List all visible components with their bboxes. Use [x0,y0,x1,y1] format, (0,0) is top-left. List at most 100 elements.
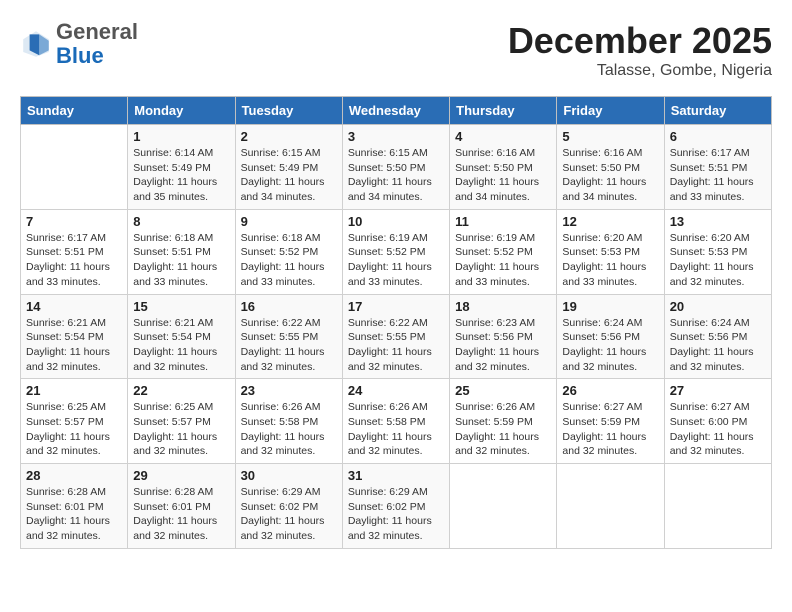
day-info: Sunrise: 6:28 AMSunset: 6:01 PMDaylight:… [26,485,122,544]
day-number: 7 [26,214,122,229]
calendar-cell: 30 Sunrise: 6:29 AMSunset: 6:02 PMDayligh… [235,464,342,549]
calendar-cell: 19Sunrise: 6:24 AMSunset: 5:56 PMDayligh… [557,294,664,379]
calendar-week-row: 1Sunrise: 6:14 AMSunset: 5:49 PMDaylight… [21,125,772,210]
day-info: Sunrise: 6:20 AMSunset: 5:53 PMDaylight:… [670,231,766,290]
day-number: 14 [26,299,122,314]
day-info: Sunrise: 6:19 AMSunset: 5:52 PMDaylight:… [348,231,444,290]
calendar-week-row: 14 Sunrise: 6:21 AMSunset: 5:54 PMDayligh… [21,294,772,379]
day-info: Sunrise: 6:23 AMSunset: 5:56 PMDaylight:… [455,316,551,375]
day-number: 2 [241,129,337,144]
day-info: Sunrise: 6:16 AMSunset: 5:50 PMDaylight:… [562,146,658,205]
calendar-cell: 2 Sunrise: 6:15 AMSunset: 5:49 PMDaylight… [235,125,342,210]
day-number: 26 [562,383,658,398]
calendar-cell: 5 Sunrise: 6:16 AMSunset: 5:50 PMDaylight… [557,125,664,210]
day-info: Sunrise: 6:17 AMSunset: 5:51 PMDaylight:… [670,146,766,205]
day-number: 21 [26,383,122,398]
day-number: 10 [348,214,444,229]
calendar-cell: 23Sunrise: 6:26 AMSunset: 5:58 PMDayligh… [235,379,342,464]
weekday-header: Thursday [450,97,557,125]
logo-blue: Blue [56,43,104,68]
day-number: 5 [562,129,658,144]
day-info: Sunrise: 6:24 AMSunset: 5:56 PMDaylight:… [562,316,658,375]
day-number: 17 [348,299,444,314]
day-info: Sunrise: 6:26 AMSunset: 5:58 PMDaylight:… [348,400,444,459]
calendar-cell: 9 Sunrise: 6:18 AMSunset: 5:52 PMDaylight… [235,209,342,294]
logo-general: General [56,19,138,44]
calendar-cell: 18Sunrise: 6:23 AMSunset: 5:56 PMDayligh… [450,294,557,379]
logo-icon [20,28,52,60]
calendar-cell: 7 Sunrise: 6:17 AMSunset: 5:51 PMDaylight… [21,209,128,294]
day-number: 1 [133,129,229,144]
calendar-table: SundayMondayTuesdayWednesdayThursdayFrid… [20,96,772,549]
day-number: 20 [670,299,766,314]
day-number: 24 [348,383,444,398]
day-number: 25 [455,383,551,398]
day-info: Sunrise: 6:26 AMSunset: 5:59 PMDaylight:… [455,400,551,459]
day-info: Sunrise: 6:16 AMSunset: 5:50 PMDaylight:… [455,146,551,205]
logo-text: General Blue [56,20,138,68]
day-number: 16 [241,299,337,314]
calendar-cell [664,464,771,549]
day-info: Sunrise: 6:22 AMSunset: 5:55 PMDaylight:… [348,316,444,375]
day-number: 6 [670,129,766,144]
calendar-cell: 12 Sunrise: 6:20 AMSunset: 5:53 PMDayligh… [557,209,664,294]
logo: General Blue [20,20,138,68]
day-info: Sunrise: 6:28 AMSunset: 6:01 PMDaylight:… [133,485,229,544]
day-number: 8 [133,214,229,229]
day-number: 30 [241,468,337,483]
day-number: 28 [26,468,122,483]
page-header: General Blue December 2025 Talasse, Gomb… [20,20,772,80]
weekday-header: Wednesday [342,97,449,125]
day-info: Sunrise: 6:27 AMSunset: 6:00 PMDaylight:… [670,400,766,459]
day-info: Sunrise: 6:21 AMSunset: 5:54 PMDaylight:… [133,316,229,375]
calendar-cell: 24 Sunrise: 6:26 AMSunset: 5:58 PMDayligh… [342,379,449,464]
calendar-cell: 17 Sunrise: 6:22 AMSunset: 5:55 PMDayligh… [342,294,449,379]
calendar-cell: 13 Sunrise: 6:20 AMSunset: 5:53 PMDayligh… [664,209,771,294]
day-info: Sunrise: 6:29 AMSunset: 6:02 PMDaylight:… [241,485,337,544]
calendar-cell [450,464,557,549]
day-info: Sunrise: 6:19 AMSunset: 5:52 PMDaylight:… [455,231,551,290]
weekday-header: Sunday [21,97,128,125]
day-info: Sunrise: 6:24 AMSunset: 5:56 PMDaylight:… [670,316,766,375]
day-number: 12 [562,214,658,229]
calendar-cell [557,464,664,549]
calendar-cell: 25 Sunrise: 6:26 AMSunset: 5:59 PMDayligh… [450,379,557,464]
day-number: 22 [133,383,229,398]
calendar-cell: 6 Sunrise: 6:17 AMSunset: 5:51 PMDaylight… [664,125,771,210]
calendar-cell: 10 Sunrise: 6:19 AMSunset: 5:52 PMDayligh… [342,209,449,294]
day-info: Sunrise: 6:18 AMSunset: 5:51 PMDaylight:… [133,231,229,290]
day-number: 9 [241,214,337,229]
day-info: Sunrise: 6:25 AMSunset: 5:57 PMDaylight:… [133,400,229,459]
day-info: Sunrise: 6:20 AMSunset: 5:53 PMDaylight:… [562,231,658,290]
calendar-week-row: 21 Sunrise: 6:25 AMSunset: 5:57 PMDayligh… [21,379,772,464]
title-block: December 2025 Talasse, Gombe, Nigeria [508,20,772,80]
calendar-cell: 28 Sunrise: 6:28 AMSunset: 6:01 PMDayligh… [21,464,128,549]
calendar-cell: 1Sunrise: 6:14 AMSunset: 5:49 PMDaylight… [128,125,235,210]
calendar-cell [21,125,128,210]
location-title: Talasse, Gombe, Nigeria [508,62,772,80]
day-info: Sunrise: 6:15 AMSunset: 5:50 PMDaylight:… [348,146,444,205]
calendar-cell: 20 Sunrise: 6:24 AMSunset: 5:56 PMDayligh… [664,294,771,379]
month-title: December 2025 [508,20,772,62]
day-info: Sunrise: 6:22 AMSunset: 5:55 PMDaylight:… [241,316,337,375]
day-info: Sunrise: 6:15 AMSunset: 5:49 PMDaylight:… [241,146,337,205]
calendar-cell: 8 Sunrise: 6:18 AMSunset: 5:51 PMDaylight… [128,209,235,294]
calendar-cell: 31Sunrise: 6:29 AMSunset: 6:02 PMDayligh… [342,464,449,549]
day-info: Sunrise: 6:21 AMSunset: 5:54 PMDaylight:… [26,316,122,375]
weekday-header-row: SundayMondayTuesdayWednesdayThursdayFrid… [21,97,772,125]
day-number: 13 [670,214,766,229]
calendar-week-row: 7 Sunrise: 6:17 AMSunset: 5:51 PMDaylight… [21,209,772,294]
day-info: Sunrise: 6:17 AMSunset: 5:51 PMDaylight:… [26,231,122,290]
weekday-header: Saturday [664,97,771,125]
calendar-cell: 27Sunrise: 6:27 AMSunset: 6:00 PMDayligh… [664,379,771,464]
day-info: Sunrise: 6:25 AMSunset: 5:57 PMDaylight:… [26,400,122,459]
calendar-cell: 26Sunrise: 6:27 AMSunset: 5:59 PMDayligh… [557,379,664,464]
day-number: 4 [455,129,551,144]
calendar-cell: 15Sunrise: 6:21 AMSunset: 5:54 PMDayligh… [128,294,235,379]
day-number: 3 [348,129,444,144]
day-info: Sunrise: 6:18 AMSunset: 5:52 PMDaylight:… [241,231,337,290]
calendar-week-row: 28 Sunrise: 6:28 AMSunset: 6:01 PMDayligh… [21,464,772,549]
calendar-cell: 4 Sunrise: 6:16 AMSunset: 5:50 PMDaylight… [450,125,557,210]
calendar-cell: 29Sunrise: 6:28 AMSunset: 6:01 PMDayligh… [128,464,235,549]
weekday-header: Monday [128,97,235,125]
